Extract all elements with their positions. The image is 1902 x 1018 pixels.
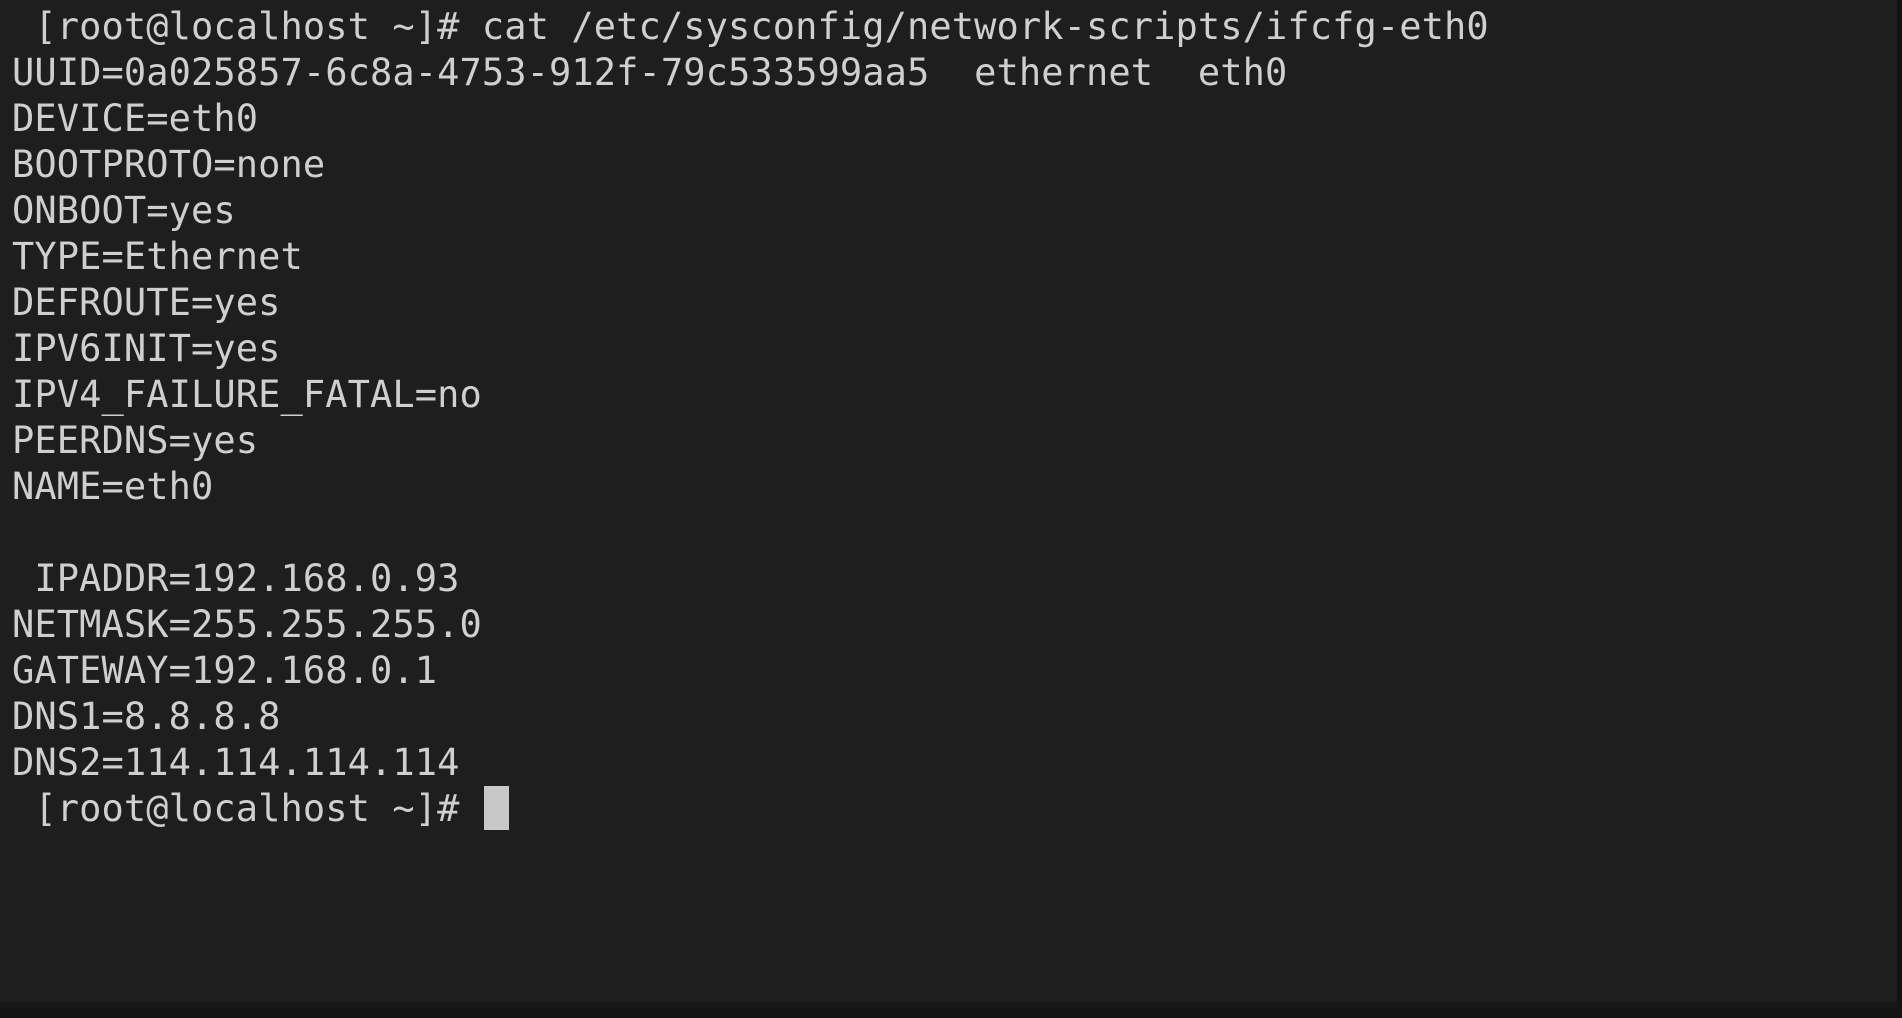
terminal-output-area[interactable]: [root@localhost ~]# cat /etc/sysconfig/n… [0, 0, 1897, 1009]
terminal-line-name: NAME=eth0 [12, 465, 214, 508]
terminal-window[interactable]: [root@localhost ~]# cat /etc/sysconfig/n… [0, 0, 1902, 1018]
terminal-line-ipaddr: IPADDR=192.168.0.93 [12, 557, 460, 600]
terminal-prompt-line[interactable]: [root@localhost ~]# [12, 786, 1897, 832]
terminal-line-netmask: NETMASK=255.255.255.0 [12, 603, 482, 646]
terminal-line-ipv6init: IPV6INIT=yes [12, 327, 281, 370]
terminal-line-gateway: GATEWAY=192.168.0.1 [12, 649, 438, 692]
terminal-line-device: DEVICE=eth0 [12, 97, 259, 140]
terminal-line-command: [root@localhost ~]# cat /etc/sysconfig/n… [12, 5, 1489, 48]
terminal-line-type: TYPE=Ethernet [12, 235, 303, 278]
terminal-line-defroute: DEFROUTE=yes [12, 281, 281, 324]
terminal-line-dns2: DNS2=114.114.114.114 [12, 741, 460, 784]
terminal-line-ipv4-failure: IPV4_FAILURE_FATAL=no [12, 373, 482, 416]
text-cursor [483, 786, 509, 830]
terminal-line-uuid: UUID=0a025857-6c8a-4753-912f-79c533599aa… [12, 51, 1288, 94]
shell-prompt: [root@localhost ~]# [12, 787, 482, 830]
terminal-line-peerdns: PEERDNS=yes [12, 419, 259, 462]
terminal-line-bootproto: BOOTPROTO=none [12, 143, 326, 186]
terminal-line-onboot: ONBOOT=yes [12, 189, 236, 232]
terminal-line-dns1: DNS1=8.8.8.8 [12, 695, 281, 738]
